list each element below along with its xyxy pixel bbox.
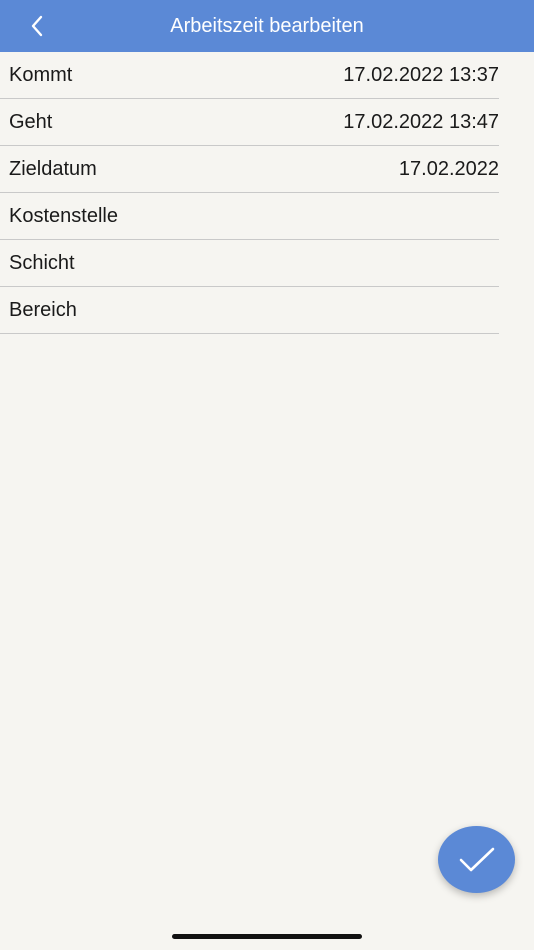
row-label: Schicht [9, 251, 75, 274]
row-label: Zieldatum [9, 157, 97, 180]
row-value: 17.02.2022 13:47 [343, 110, 499, 133]
row-label: Geht [9, 110, 53, 133]
row-geht[interactable]: Geht 17.02.2022 13:47 [0, 99, 499, 146]
save-button[interactable] [438, 826, 515, 893]
row-zieldatum[interactable]: Zieldatum 17.02.2022 [0, 146, 499, 193]
row-label: Kostenstelle [9, 204, 118, 227]
row-schicht[interactable]: Schicht [0, 240, 499, 287]
page-title: Arbeitszeit bearbeiten [170, 15, 364, 37]
row-label: Bereich [9, 298, 77, 321]
back-button[interactable] [20, 8, 54, 44]
row-kommt[interactable]: Kommt 17.02.2022 13:37 [0, 52, 499, 99]
app-header: Arbeitszeit bearbeiten [0, 0, 534, 52]
row-label: Kommt [9, 63, 73, 86]
row-value: 17.02.2022 13:37 [343, 63, 499, 86]
row-kostenstelle[interactable]: Kostenstelle [0, 193, 499, 240]
form-list: Kommt 17.02.2022 13:37 Geht 17.02.2022 1… [0, 52, 499, 334]
home-indicator [172, 934, 362, 939]
checkmark-icon [459, 847, 494, 871]
row-value: 17.02.2022 [398, 157, 499, 180]
row-bereich[interactable]: Bereich [0, 287, 499, 334]
chevron-left-icon [31, 15, 43, 37]
